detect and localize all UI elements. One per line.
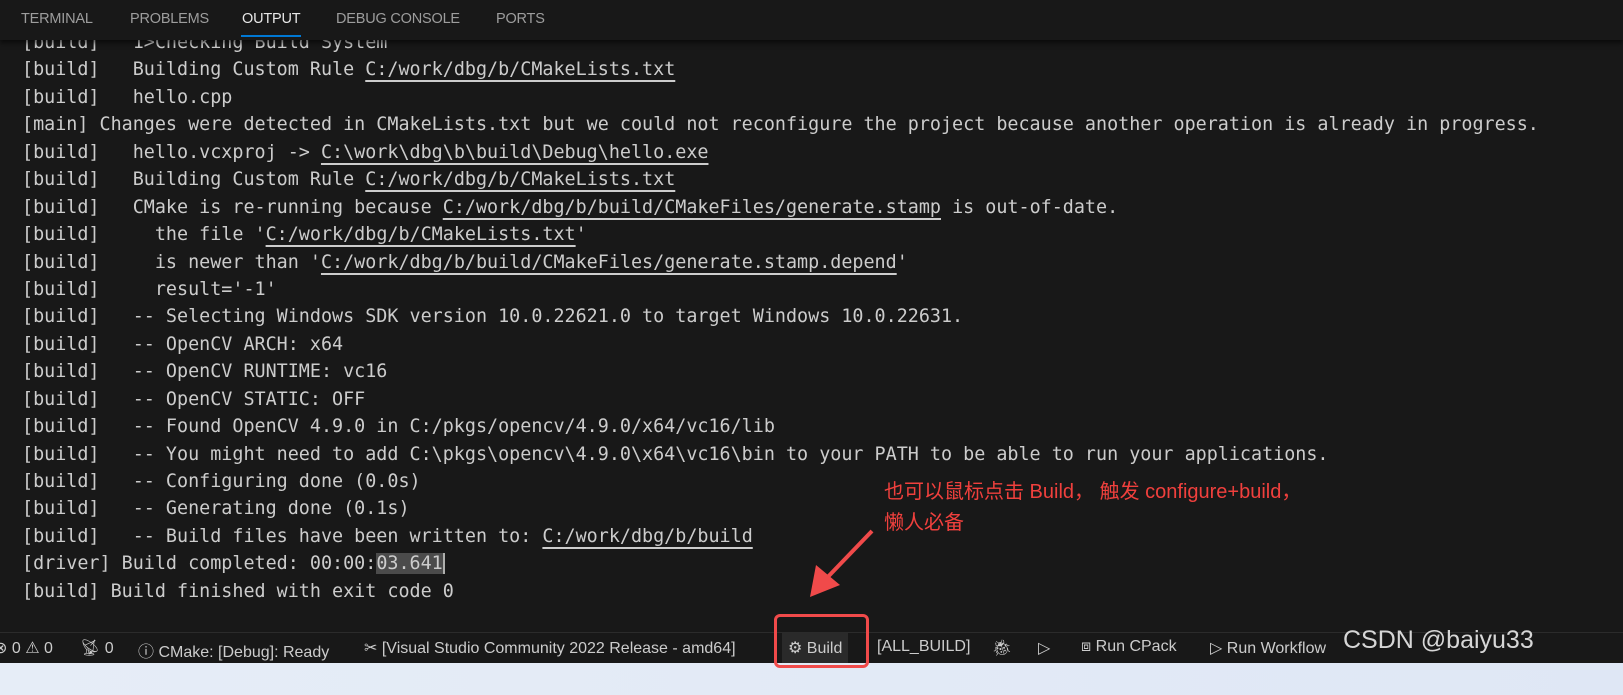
output-line: [build] hello.vcxproj -> C:\work\dbg\b\b… [22,139,1539,166]
output-line: [build] -- OpenCV RUNTIME: vc16 [22,358,1539,385]
file-link[interactable]: C:/work/dbg/b/build/CMakeFiles/generate.… [443,197,941,218]
line-text: is out-of-date. [941,196,1119,218]
output-line: [build] Building Custom Rule C:/work/dbg… [22,166,1539,193]
output-line: [build] Build finished with exit code 0 [22,578,1539,605]
output-line: [driver] Build completed: 00:00:03.641 [22,550,1539,577]
line-text: [build] result='-1' [22,278,277,300]
error-icon: ⊗ [0,640,8,657]
line-text: [build] hello.vcxproj -> [22,141,321,163]
output-line: [build] result='-1' [22,276,1539,303]
output-line: [build] Building Custom Rule C:/work/dbg… [22,56,1539,83]
run-workflow-label: Run Workflow [1226,640,1327,657]
warning-icon: ⚠ [25,640,40,657]
file-link[interactable]: C:\work\dbg\b\build\Debug\hello.exe [321,142,709,163]
error-count: 0 [11,640,21,657]
run-cpack-label: Run CPack [1095,638,1177,655]
panel-tabs: TERMINAL PROBLEMS OUTPUT DEBUG CONSOLE P… [0,0,1623,40]
output-line: [build] -- Configuring done (0.0s) [22,468,1539,495]
watermark: CSDN @baiyu33 [1343,626,1534,654]
output-line: [build] 1>Checking Build System [22,40,1539,56]
play-icon: ▷ [1210,640,1223,657]
run-workflow-button[interactable]: ▷ Run Workflow [1210,638,1326,658]
output-line: [build] is newer than 'C:/work/dbg/b/bui… [22,249,1539,276]
line-text: [build] -- You might need to add C:\pkgs… [22,443,1329,465]
line-text: [build] -- Build files have been written… [22,525,543,547]
cmake-status-label: CMake: [Debug]: Ready [158,644,330,661]
annotation-text: 也可以鼠标点击 Build， 触发 configure+build， 懒人必备 [884,481,1302,534]
line-text: [build] -- Selecting Windows SDK version… [22,306,964,328]
file-link[interactable]: C:/work/dbg/b/CMakeLists.txt [266,224,576,245]
build-target-selector[interactable]: [ALL_BUILD] [877,638,970,656]
line-text: [build] -- Found OpenCV 4.9.0 in C:/pkgs… [22,416,775,438]
package-icon: ⧈ [1081,638,1092,655]
annotation-highlight-box [774,614,869,668]
run-play-icon[interactable]: ▷ [1038,638,1050,658]
line-text: [build] CMake is re-running because [22,196,443,218]
run-cpack-button[interactable]: ⧈ Run CPack [1081,638,1177,656]
file-link[interactable]: C:/work/dbg/b/CMakeLists.txt [365,59,675,80]
broadcast-icon: 📡︎ [80,640,101,657]
line-text: [build] Building Custom Rule [22,59,366,81]
file-link[interactable]: C:/work/dbg/b/CMakeLists.txt [365,169,675,190]
output-line: [build] -- Found OpenCV 4.9.0 in C:/pkgs… [22,413,1539,440]
output-line: [build] hello.cpp [22,84,1539,111]
line-text: [driver] Build completed: 00:00: [22,553,377,575]
selected-text: 03.641 [376,553,445,575]
output-line: [build] -- Generating done (0.1s) [22,495,1539,522]
line-text: [build] the file ' [22,224,266,246]
output-line: [build] -- OpenCV STATIC: OFF [22,386,1539,413]
ports-count: 0 [104,640,114,657]
output-line: [build] -- Selecting Windows SDK version… [22,303,1539,330]
line-text: [main] Changes were detected in CMakeLis… [22,114,1539,136]
output-line: [build] -- Build files have been written… [22,523,1539,550]
annotation-arrow [810,529,874,597]
tab-output[interactable]: OUTPUT [240,11,302,37]
output-line: [build] the file 'C:/work/dbg/b/CMakeLis… [22,221,1539,248]
line-text: [build] -- Generating done (0.1s) [22,498,410,520]
tools-icon: ✂ [364,640,378,657]
kit-label: [Visual Studio Community 2022 Release - … [381,640,736,657]
line-text: [build] is newer than ' [22,251,321,273]
tab-ports[interactable]: PORTS [496,11,545,27]
line-text: [build] 1>Checking Build System [22,40,388,53]
cmake-status[interactable]: ⓘ CMake: [Debug]: Ready [138,638,329,662]
info-icon: ⓘ [138,644,155,661]
line-text: [build] hello.cpp [22,86,233,108]
line-text: ' [896,251,908,273]
debug-bug-icon[interactable]: 🐞︎ [992,638,1012,658]
output-lines: [build] 1>Checking Build System [build] B… [22,40,1539,605]
kit-selector[interactable]: ✂ [Visual Studio Community 2022 Release … [364,638,736,658]
line-text: [build] -- OpenCV STATIC: OFF [22,388,366,410]
tab-terminal[interactable]: TERMINAL [21,11,93,27]
problems-status[interactable]: ⊗ 0 ⚠ 0 [0,638,53,658]
line-text: ' [575,224,587,246]
output-line: [build] -- You might need to add C:\pkgs… [22,441,1539,468]
tab-debug-console[interactable]: DEBUG CONSOLE [336,11,460,27]
line-text: [build] Build finished with exit code 0 [22,580,454,602]
ports-status[interactable]: 📡︎ 0 [80,638,114,658]
output-line: [build] CMake is re-running because C:/w… [22,194,1539,221]
warning-count: 0 [44,640,53,657]
line-text: [build] -- Configuring done (0.0s) [22,471,421,492]
file-link[interactable]: C:/work/dbg/b/build [542,526,752,547]
file-link[interactable]: C:/work/dbg/b/build/CMakeFiles/generate.… [321,252,897,273]
line-text: [build] -- OpenCV ARCH: x64 [22,333,344,355]
tab-problems[interactable]: PROBLEMS [130,11,209,27]
output-line: [build] -- OpenCV ARCH: x64 [22,331,1539,358]
output-line: [main] Changes were detected in CMakeLis… [22,111,1539,138]
line-text: [build] Building Custom Rule [22,169,366,191]
line-text: [build] -- OpenCV RUNTIME: vc16 [22,361,388,383]
